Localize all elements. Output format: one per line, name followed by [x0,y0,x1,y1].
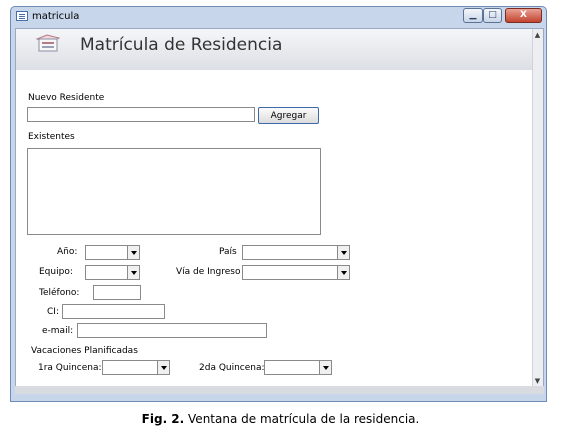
figure-caption: Fig. 2. Ventana de matrícula de la resid… [0,412,561,426]
via-ingreso-combo[interactable] [242,265,350,280]
equipo-combo[interactable] [85,265,140,280]
vacaciones-label: Vacaciones Planificadas [31,346,138,356]
chevron-down-icon[interactable] [127,246,139,259]
scroll-up-icon[interactable]: ▲ [533,30,542,40]
existentes-list[interactable] [27,148,321,235]
caption-prefix: Fig. 2. [141,412,185,426]
quincena1-combo[interactable] [102,360,170,375]
chevron-down-icon[interactable] [337,266,349,279]
caption-text: Ventana de matrícula de la residencia. [184,412,420,426]
equipo-label: Equipo: [39,267,73,277]
ci-input[interactable] [62,304,165,319]
nuevo-residente-input[interactable] [27,107,255,122]
minimize-button[interactable]: ▁ [463,8,483,23]
chevron-down-icon[interactable] [157,361,169,374]
email-input[interactable] [77,323,267,338]
window-title: matricula [32,11,80,22]
email-label: e-mail: [42,326,74,336]
telefono-label: Teléfono: [39,288,80,298]
nuevo-residente-label: Nuevo Residente [28,93,105,103]
quincena2-combo[interactable] [264,360,332,375]
page-title: Matrícula de Residencia [80,35,283,55]
ci-label: CI: [47,307,59,317]
quincena2-label: 2da Quincena: [199,363,265,373]
existentes-label: Existentes [28,132,75,142]
form-icon [35,34,61,52]
chevron-down-icon[interactable] [127,266,139,279]
agregar-button[interactable]: Agregar [258,107,319,124]
quincena1-label: 1ra Quincena: [38,363,102,373]
chevron-down-icon[interactable] [319,361,331,374]
vertical-scrollbar[interactable] [532,29,543,387]
ano-label: Año: [57,247,78,257]
pais-label: País [219,247,237,257]
via-ingreso-label: Vía de Ingreso [176,267,241,277]
pais-combo[interactable] [242,245,350,260]
chevron-down-icon[interactable] [337,246,349,259]
bottom-bar [15,386,544,394]
telefono-input[interactable] [93,285,141,300]
maximize-button[interactable]: □ [483,8,502,23]
form-window-icon [16,11,28,21]
close-button[interactable]: X [505,8,542,23]
ano-combo[interactable] [85,245,140,260]
scroll-down-icon[interactable]: ▼ [533,376,542,386]
